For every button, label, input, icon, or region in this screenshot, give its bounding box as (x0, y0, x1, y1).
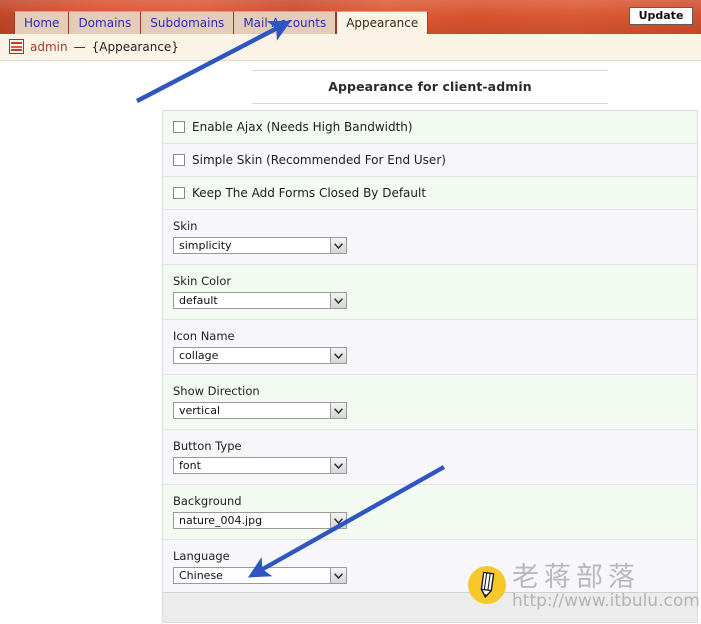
chevron-down-icon[interactable] (330, 568, 346, 583)
select-skin-value: simplicity (179, 239, 232, 252)
tab-domains-label: Domains (78, 16, 132, 30)
row-language: Language Chinese (163, 540, 697, 595)
select-skin[interactable]: simplicity (173, 237, 347, 254)
select-background[interactable]: nature_004.jpg (173, 512, 347, 529)
breadcrumb-bar: admin — {Appearance} (0, 34, 701, 61)
select-show-direction-value: vertical (179, 404, 221, 417)
row-background: Background nature_004.jpg (163, 485, 697, 540)
tab-appearance[interactable]: Appearance (336, 11, 429, 34)
row-button-type: Button Type font (163, 430, 697, 485)
chevron-down-icon[interactable] (330, 348, 346, 363)
select-skin-color-value: default (179, 294, 218, 307)
page-title-block: Appearance for client-admin (252, 70, 608, 104)
select-icon-name[interactable]: collage (173, 347, 347, 364)
row-icon-name: Icon Name collage (163, 320, 697, 375)
tab-domains[interactable]: Domains (69, 11, 142, 34)
page-title: Appearance for client-admin (328, 79, 532, 94)
label-keep-add-forms-closed: Keep The Add Forms Closed By Default (192, 186, 427, 200)
update-button[interactable]: Update (629, 7, 693, 25)
checkbox-simple-skin[interactable] (173, 154, 185, 166)
chevron-down-icon[interactable] (330, 293, 346, 308)
checkbox-enable-ajax[interactable] (173, 121, 185, 133)
select-icon-name-value: collage (179, 349, 219, 362)
tab-appearance-label: Appearance (346, 16, 419, 30)
tab-home-label: Home (24, 16, 60, 30)
tab-mail-accounts-label: Mail Accounts (243, 16, 327, 30)
select-background-value: nature_004.jpg (179, 514, 263, 527)
breadcrumb-separator: — (73, 39, 86, 54)
server-rack-icon (9, 39, 24, 54)
select-button-type[interactable]: font (173, 457, 347, 474)
select-button-type-value: font (179, 459, 201, 472)
row-keep-add-forms-closed[interactable]: Keep The Add Forms Closed By Default (163, 177, 697, 210)
label-background: Background (173, 494, 242, 508)
breadcrumb-user-link[interactable]: admin (30, 40, 68, 54)
select-language[interactable]: Chinese (173, 567, 347, 584)
label-icon-name: Icon Name (173, 329, 235, 343)
label-language: Language (173, 549, 230, 563)
form-footer-bar (162, 592, 698, 623)
tab-mail-accounts[interactable]: Mail Accounts (234, 11, 337, 34)
select-show-direction[interactable]: vertical (173, 402, 347, 419)
main-tab-bar: Home Domains Subdomains Mail Accounts Ap… (14, 11, 429, 34)
tab-subdomains[interactable]: Subdomains (141, 11, 235, 34)
label-skin-color: Skin Color (173, 274, 232, 288)
chevron-down-icon[interactable] (330, 513, 346, 528)
checkbox-keep-add-forms-closed[interactable] (173, 187, 185, 199)
chevron-down-icon[interactable] (330, 458, 346, 473)
breadcrumb-section: {Appearance} (91, 39, 179, 54)
label-enable-ajax: Enable Ajax (Needs High Bandwidth) (192, 120, 413, 134)
select-skin-color[interactable]: default (173, 292, 347, 309)
tab-home[interactable]: Home (14, 11, 70, 34)
chevron-down-icon[interactable] (330, 238, 346, 253)
label-simple-skin: Simple Skin (Recommended For End User) (192, 153, 446, 167)
row-skin-color: Skin Color default (163, 265, 697, 320)
label-button-type: Button Type (173, 439, 242, 453)
row-enable-ajax[interactable]: Enable Ajax (Needs High Bandwidth) (163, 111, 697, 144)
select-language-value: Chinese (179, 569, 223, 582)
label-show-direction: Show Direction (173, 384, 260, 398)
row-skin: Skin simplicity (163, 210, 697, 265)
row-show-direction: Show Direction vertical (163, 375, 697, 430)
chevron-down-icon[interactable] (330, 403, 346, 418)
tab-subdomains-label: Subdomains (150, 16, 225, 30)
breadcrumb: admin — {Appearance} (9, 39, 179, 54)
label-skin: Skin (173, 219, 198, 233)
appearance-form-panel: Enable Ajax (Needs High Bandwidth) Simpl… (162, 110, 698, 595)
title-rule-bottom (252, 103, 608, 104)
row-simple-skin[interactable]: Simple Skin (Recommended For End User) (163, 144, 697, 177)
